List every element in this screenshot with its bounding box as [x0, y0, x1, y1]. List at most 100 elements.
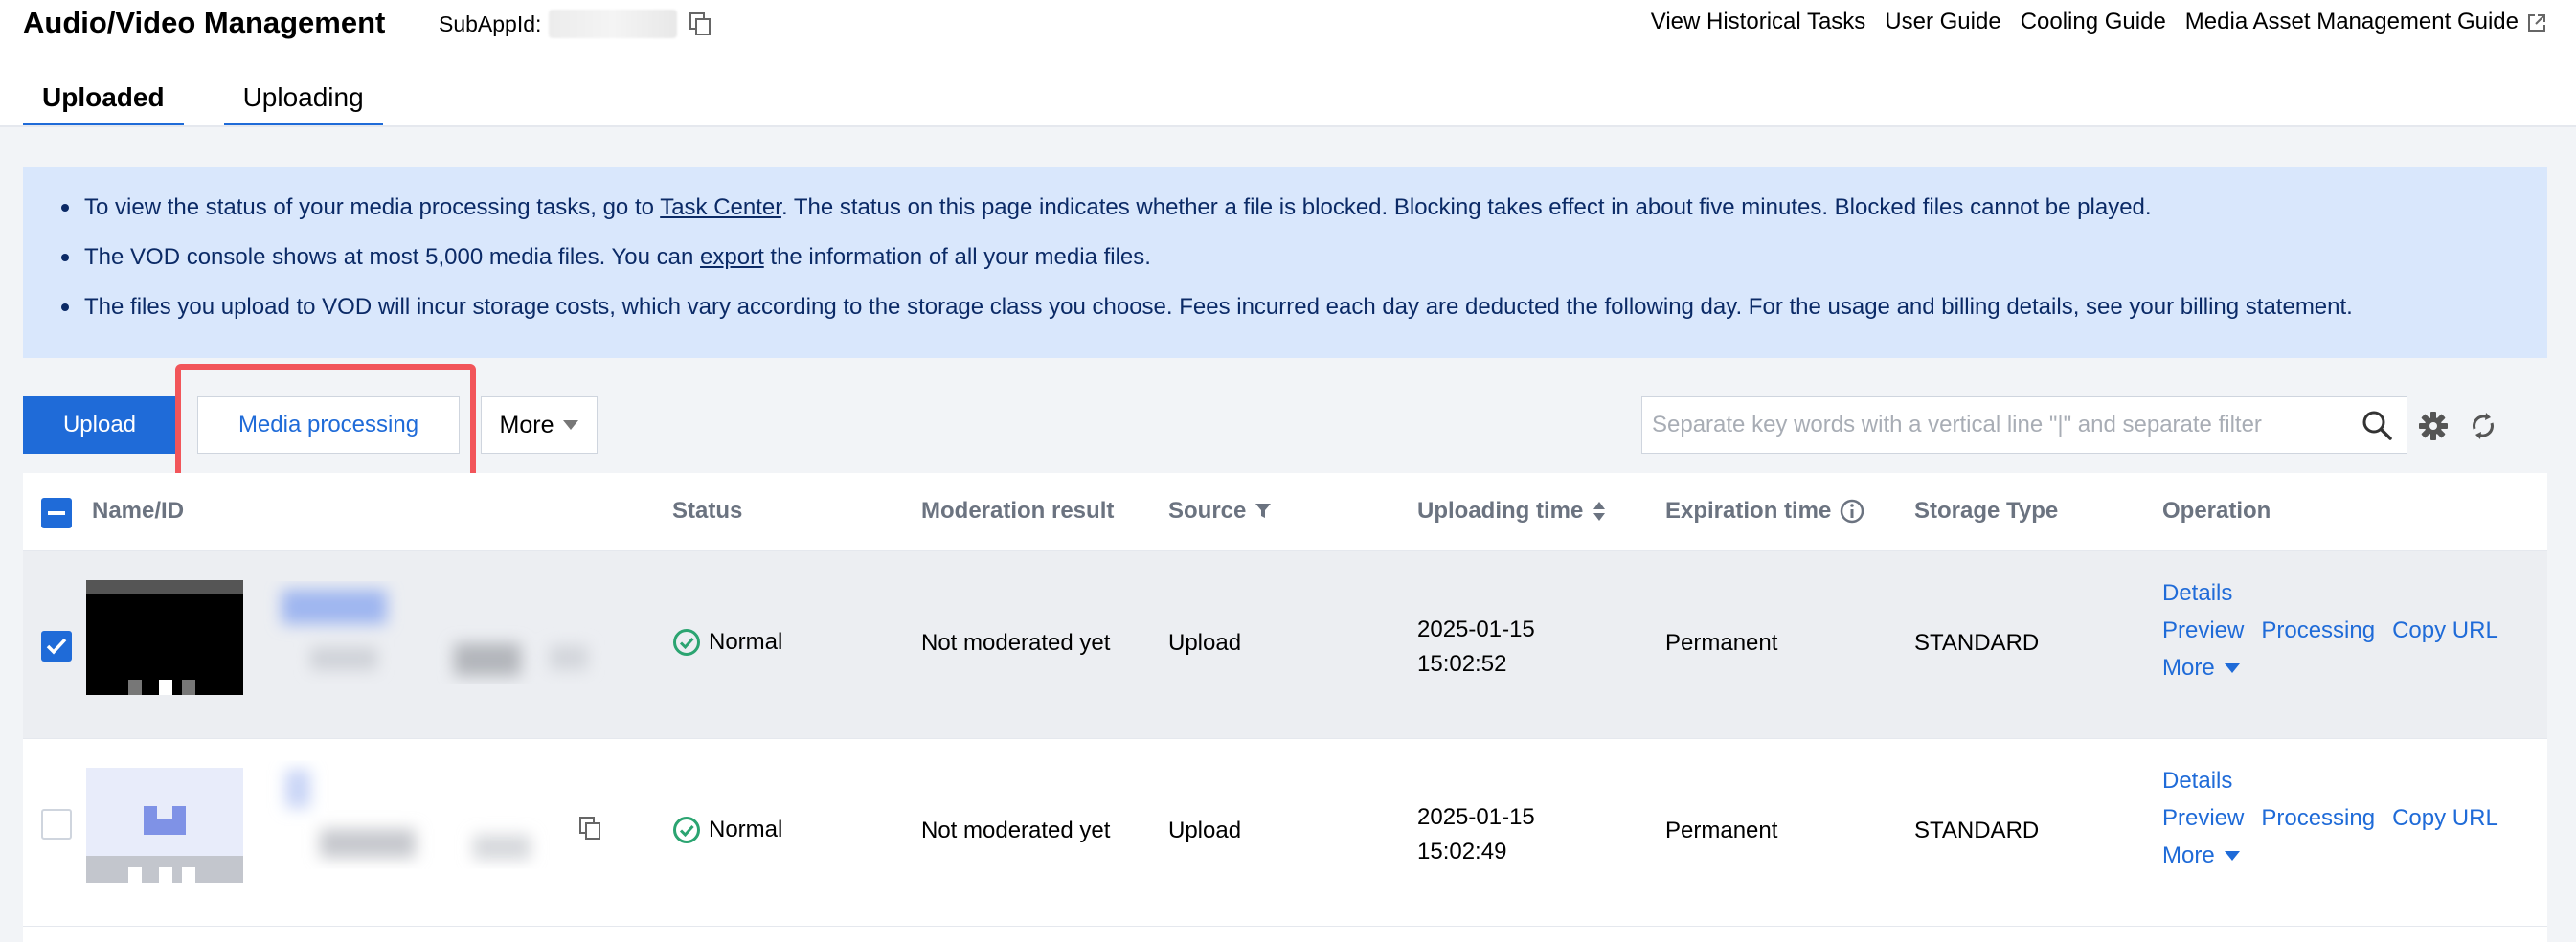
search-input[interactable] — [1642, 397, 2361, 453]
refresh-icon[interactable] — [2467, 410, 2499, 442]
notice-text: The files you upload to VOD will incur s… — [84, 294, 2353, 320]
subapp-id: SubAppId: — [439, 10, 712, 38]
info-icon[interactable] — [1839, 498, 1865, 525]
search-icon[interactable] — [2361, 409, 2393, 441]
external-link-icon — [2528, 13, 2545, 32]
expiration-cell: Permanent — [1665, 818, 1778, 843]
storage-cell: STANDARD — [1914, 630, 2040, 656]
col-source[interactable]: Source — [1168, 498, 1273, 525]
notice-item: The files you upload to VOD will incur s… — [61, 293, 2509, 343]
processing-link[interactable]: Processing — [2261, 612, 2375, 649]
header: Audio/Video Management SubAppId: View Hi… — [0, 0, 2576, 54]
col-status: Status — [672, 498, 743, 524]
moderation-cell: Not moderated yet — [921, 630, 1111, 656]
uploading-time-cell: 2025-01-15 15:02:52 — [1417, 613, 1535, 682]
app-root: Audio/Video Management SubAppId: View Hi… — [0, 0, 2576, 942]
gear-icon[interactable] — [2417, 410, 2450, 442]
subapp-value-redacted — [549, 10, 678, 38]
processing-link[interactable]: Processing — [2261, 799, 2375, 837]
media-name-redacted — [282, 590, 588, 676]
upload-date: 2025-01-15 — [1417, 804, 1535, 830]
more-dropdown-button[interactable]: More — [481, 396, 598, 454]
video-thumbnail[interactable] — [86, 580, 243, 695]
check-circle-icon — [673, 629, 700, 656]
minus-icon — [48, 511, 65, 515]
preview-link[interactable]: Preview — [2162, 612, 2244, 649]
notice-item: To view the status of your media process… — [61, 193, 2509, 243]
uploading-time-cell: 2025-01-15 15:02:49 — [1417, 800, 1535, 869]
table-header: Name/ID Status Moderation result Source … — [23, 473, 2547, 551]
upload-button[interactable]: Upload — [23, 396, 176, 454]
col-name: Name/ID — [92, 498, 185, 524]
more-ops-link[interactable]: More — [2162, 649, 2215, 686]
col-operation: Operation — [2162, 498, 2271, 524]
notice-text: The VOD console shows at most 5,000 medi… — [84, 244, 701, 270]
media-table: Name/ID Status Moderation result Source … — [23, 473, 2547, 942]
expiration-cell: Permanent — [1665, 630, 1778, 656]
col-source-label: Source — [1168, 498, 1247, 524]
col-storage: Storage Type — [1914, 498, 2059, 524]
subapp-label: SubAppId: — [439, 11, 542, 36]
search-box — [1641, 396, 2407, 454]
details-link[interactable]: Details — [2162, 574, 2232, 612]
upload-time: 15:02:49 — [1417, 839, 1507, 864]
link-media-asset-guide-label: Media Asset Management Guide — [2184, 9, 2519, 34]
link-media-asset-guide[interactable]: Media Asset Management Guide — [2185, 9, 2547, 35]
export-link[interactable]: export — [700, 244, 764, 270]
video-thumbnail[interactable] — [86, 768, 243, 883]
media-name-redacted — [285, 770, 531, 860]
table-row[interactable]: Normal Not moderated yet Upload 2025-01-… — [23, 739, 2547, 927]
operation-cell: Details Preview Processing Copy URL More — [2162, 574, 2498, 686]
copy-icon[interactable] — [578, 816, 601, 841]
col-expiration-label: Expiration time — [1665, 498, 1832, 524]
col-uploading-time-label: Uploading time — [1417, 498, 1584, 524]
notice-text: . The status on this page indicates whet… — [780, 194, 2152, 220]
operation-cell: Details Preview Processing Copy URL More — [2162, 762, 2498, 874]
col-uploading-time[interactable]: Uploading time — [1417, 498, 1608, 525]
copy-url-link[interactable]: Copy URL — [2392, 612, 2498, 649]
page-title: Audio/Video Management — [23, 6, 386, 39]
tab-uploading[interactable]: Uploading — [223, 73, 383, 126]
status-text: Normal — [709, 629, 783, 655]
header-links: View Historical Tasks User Guide Cooling… — [1651, 9, 2547, 35]
link-view-historical-tasks[interactable]: View Historical Tasks — [1651, 9, 1866, 35]
link-cooling-guide[interactable]: Cooling Guide — [2021, 9, 2166, 35]
notice-banner: To view the status of your media process… — [23, 167, 2547, 358]
sort-icon[interactable] — [1591, 500, 1608, 523]
copy-url-link[interactable]: Copy URL — [2392, 799, 2498, 837]
upload-date: 2025-01-15 — [1417, 617, 1535, 642]
link-user-guide[interactable]: User Guide — [1885, 9, 2000, 35]
row-checkbox[interactable] — [41, 631, 72, 662]
col-expiration: Expiration time — [1665, 498, 1865, 525]
task-center-link[interactable]: Task Center — [660, 194, 781, 220]
caret-down-icon — [563, 420, 579, 430]
filter-icon[interactable] — [1254, 501, 1273, 522]
status-cell: Normal — [672, 628, 782, 657]
caret-down-icon — [2224, 850, 2240, 861]
table-row[interactable]: Normal Not moderated yet Upload 2025-01-… — [23, 551, 2547, 739]
more-label: More — [499, 411, 554, 438]
status-text: Normal — [709, 817, 783, 842]
tab-bar: Uploaded Uploading — [23, 73, 383, 126]
source-cell: Upload — [1168, 630, 1242, 656]
copy-icon[interactable] — [689, 11, 712, 36]
source-cell: Upload — [1168, 818, 1242, 843]
status-cell: Normal — [672, 816, 782, 844]
check-icon — [46, 638, 67, 655]
more-ops-link[interactable]: More — [2162, 837, 2215, 874]
col-moderation: Moderation result — [921, 498, 1115, 524]
upload-time: 15:02:52 — [1417, 651, 1507, 677]
moderation-cell: Not moderated yet — [921, 818, 1111, 843]
check-circle-icon — [673, 817, 700, 843]
storage-cell: STANDARD — [1914, 818, 2040, 843]
notice-text: the information of all your media files. — [763, 244, 1151, 270]
notice-text: To view the status of your media process… — [84, 194, 661, 220]
details-link[interactable]: Details — [2162, 762, 2232, 799]
notice-item: The VOD console shows at most 5,000 medi… — [61, 243, 2509, 293]
preview-link[interactable]: Preview — [2162, 799, 2244, 837]
row-checkbox[interactable] — [41, 809, 72, 840]
highlight-box — [175, 364, 476, 485]
caret-down-icon — [2224, 662, 2240, 673]
tab-uploaded[interactable]: Uploaded — [23, 73, 184, 126]
select-all-checkbox[interactable] — [41, 498, 72, 528]
